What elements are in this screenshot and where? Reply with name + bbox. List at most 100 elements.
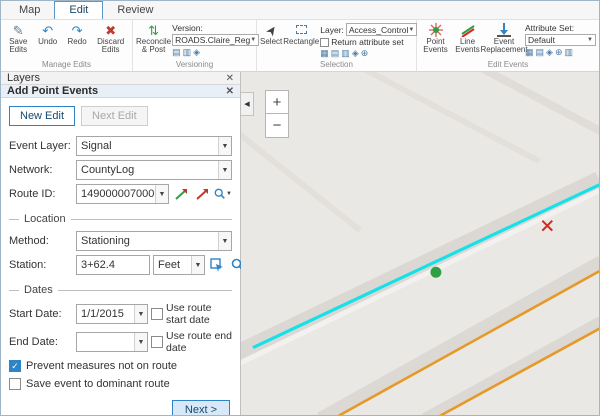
version-dropdown[interactable]: ROADS.Claire_Reg ▼	[172, 34, 259, 46]
map-view[interactable]: ◀ + −	[241, 72, 599, 415]
dates-section-header: Dates	[9, 284, 232, 296]
version-changes-icon[interactable]: ▥	[183, 47, 192, 58]
group-edit-events: Point Events Line Events Event Replaceme…	[417, 20, 599, 71]
faint-road	[241, 131, 360, 230]
version-list-icon[interactable]: ▤	[172, 47, 181, 58]
prevent-measures-label: Prevent measures not on route	[26, 360, 177, 372]
tab-map[interactable]: Map	[5, 2, 54, 19]
group-versioning: ⇅ Reconcile & Post Version: ROADS.Claire…	[133, 20, 257, 71]
pane-title: Add Point Events	[7, 85, 98, 97]
point-events-icon	[429, 23, 443, 38]
station-unit-dropdown[interactable]: Feet ▼	[153, 255, 205, 275]
close-icon[interactable]: ✕	[226, 86, 234, 97]
point-events-button[interactable]: Point Events	[420, 22, 451, 55]
redo-button[interactable]: ↷ Redo	[63, 22, 91, 46]
point-event-marker[interactable]	[430, 267, 441, 278]
select-button[interactable]: ➤ Select	[260, 22, 282, 46]
undo-button[interactable]: ↶ Undo	[33, 22, 61, 46]
new-edit-button[interactable]: New Edit	[9, 106, 75, 126]
route-id-combobox[interactable]: 14900000700090M01 ▼	[76, 184, 169, 204]
faint-road	[241, 191, 599, 367]
line-events-button[interactable]: Line Events	[452, 22, 483, 55]
chevron-down-icon: ▼	[191, 256, 204, 274]
group-label-manage-edits: Manage Edits	[1, 60, 132, 71]
method-label: Method:	[9, 235, 73, 247]
save-dominant-route-checkbox[interactable]	[9, 378, 21, 390]
group-selection: ➤ Select Rectangle Layer: Access_Control…	[257, 20, 417, 71]
add-point-events-header: Add Point Events ✕	[1, 85, 240, 98]
clear-selection-icon[interactable]: ▤	[331, 48, 340, 59]
zoom-out-button[interactable]: −	[265, 114, 289, 138]
attributes-icon[interactable]: ▥	[341, 48, 350, 59]
use-route-end-date-label: Use route end date	[166, 330, 232, 354]
collapse-pane-button[interactable]: ◀	[241, 92, 254, 116]
layer-dropdown[interactable]: Access_Control ▼	[346, 23, 417, 36]
start-date-label: Start Date:	[9, 308, 73, 320]
red-x-marker	[542, 221, 552, 231]
method-dropdown[interactable]: Stationing ▼	[76, 231, 232, 251]
line-events-icon	[461, 23, 475, 38]
pick-station-on-map-icon[interactable]	[208, 256, 226, 274]
version-label: Version:	[172, 23, 203, 33]
return-attribute-set-checkbox[interactable]	[320, 38, 329, 47]
chevron-down-icon: ▼	[155, 185, 168, 203]
event-replacement-button[interactable]: Event Replacement	[484, 22, 524, 55]
layer-label: Layer:	[320, 25, 344, 35]
route-line-cyan[interactable]	[253, 184, 599, 348]
event-layer-dropdown[interactable]: Signal ▼	[76, 136, 232, 156]
group-label-edit-events: Edit Events	[417, 60, 599, 71]
collapse-arrow-icon: ◀	[244, 100, 249, 108]
discard-edits-button[interactable]: ✖ Discard Edits	[92, 22, 129, 55]
discard-edits-icon: ✖	[105, 23, 116, 38]
chevron-down-icon: ▼	[250, 37, 256, 43]
event-layer-label: Event Layer:	[9, 140, 73, 152]
event-replacement-icon	[497, 23, 511, 38]
select-all-icon[interactable]: ▦	[320, 48, 329, 59]
use-route-start-date-checkbox[interactable]	[151, 308, 163, 320]
next-button[interactable]: Next >	[172, 400, 230, 416]
attribute-set-dropdown[interactable]: Default ▼	[525, 34, 596, 46]
undo-icon: ↶	[42, 23, 53, 38]
chevron-down-icon: ▼	[218, 137, 231, 155]
station-input[interactable]: 3+62.4	[76, 255, 150, 275]
event-tool-3-icon[interactable]: ◈	[546, 47, 553, 58]
faint-road	[425, 322, 599, 415]
use-route-end-date-checkbox[interactable]	[151, 336, 163, 348]
rectangle-button[interactable]: Rectangle	[283, 22, 319, 46]
pick-route-icon[interactable]	[172, 185, 190, 203]
arcgis-window: Map Edit Review ✎ Save Edits ↶ Undo ↷ Re…	[0, 0, 600, 416]
pick-route-alt-icon[interactable]	[193, 185, 211, 203]
reconcile-post-icon: ⇅	[148, 23, 159, 38]
selection-options-icon[interactable]: ◈	[352, 48, 359, 59]
prevent-measures-checkbox[interactable]: ✓	[9, 360, 21, 372]
selection-tools-icon[interactable]: ⊕	[361, 48, 369, 59]
redo-icon: ↷	[72, 23, 83, 38]
event-tool-5-icon[interactable]: ▥	[565, 47, 574, 58]
network-label: Network:	[9, 164, 73, 176]
zoom-in-button[interactable]: +	[265, 90, 289, 114]
tab-edit[interactable]: Edit	[54, 1, 103, 19]
group-label-selection: Selection	[257, 60, 416, 71]
end-date-picker[interactable]: ▼	[76, 332, 148, 352]
network-dropdown[interactable]: CountyLog ▼	[76, 160, 232, 180]
start-date-picker[interactable]: 1/1/2015 ▼	[76, 304, 148, 324]
event-tool-4-icon[interactable]: ⊕	[555, 47, 563, 58]
layers-pane-header: Layers ✕	[1, 72, 240, 85]
chevron-down-icon: ▼	[134, 333, 147, 351]
add-point-events-pane: Layers ✕ Add Point Events ✕ New Edit Nex…	[1, 72, 241, 415]
layers-pane-title: Layers	[7, 72, 40, 84]
version-manager-icon[interactable]: ◈	[193, 47, 200, 58]
save-edits-button[interactable]: ✎ Save Edits	[4, 22, 32, 55]
group-label-versioning: Versioning	[133, 60, 256, 71]
event-tool-2-icon[interactable]: ▤	[536, 47, 545, 58]
close-icon[interactable]: ✕	[226, 73, 234, 84]
save-dominant-route-label: Save event to dominant route	[26, 378, 170, 390]
reconcile-post-button[interactable]: ⇅ Reconcile & Post	[136, 22, 171, 55]
ribbon: ✎ Save Edits ↶ Undo ↷ Redo ✖ Discard Edi…	[1, 20, 599, 72]
event-tool-1-icon[interactable]: ▦	[525, 47, 534, 58]
next-edit-button[interactable]: Next Edit	[81, 106, 148, 126]
zoom-to-route-icon[interactable]: ▼	[214, 185, 232, 203]
tab-review[interactable]: Review	[103, 2, 167, 19]
chevron-down-icon: ▼	[587, 37, 593, 43]
end-date-label: End Date:	[9, 336, 73, 348]
